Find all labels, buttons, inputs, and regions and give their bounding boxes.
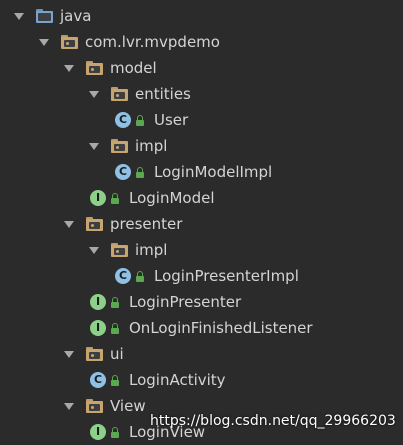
- tree-row-com.lvr.mvpdemo[interactable]: com.lvr.mvpdemo: [0, 29, 403, 55]
- package-folder-icon: [86, 399, 103, 413]
- tree-item-label: entities: [135, 85, 191, 103]
- lock-icon: [110, 323, 120, 334]
- package-folder-icon: [111, 139, 128, 153]
- tree-item-label: LoginModel: [129, 189, 215, 207]
- source-folder-icon: [36, 9, 53, 23]
- tree-item-label: java: [60, 7, 92, 25]
- package-folder-icon: [111, 87, 128, 101]
- tree-item-label: LoginModelImpl: [154, 163, 273, 181]
- package-folder-icon: [61, 35, 78, 49]
- interface-icon: I: [90, 294, 106, 310]
- tree-item-label: ui: [110, 345, 124, 363]
- tree-item-label: OnLoginFinishedListener: [129, 319, 313, 337]
- package-folder-icon: [86, 347, 103, 361]
- lock-icon: [135, 115, 145, 126]
- expand-arrow-icon[interactable]: [63, 211, 75, 237]
- lock-icon: [110, 375, 120, 386]
- tree-item-label: View: [110, 397, 146, 415]
- lock-icon: [110, 297, 120, 308]
- tree-row-ui[interactable]: ui: [0, 341, 403, 367]
- lock-icon: [110, 193, 120, 204]
- expand-arrow-icon[interactable]: [88, 81, 100, 107]
- watermark: https://blog.csdn.net/qq_29966203: [150, 413, 396, 429]
- tree-item-label: LoginPresenterImpl: [154, 267, 299, 285]
- class-icon: C: [115, 164, 131, 180]
- expand-arrow-icon[interactable]: [88, 133, 100, 159]
- tree-row-user[interactable]: C User: [0, 107, 403, 133]
- tree-row-loginpresenterimpl[interactable]: C LoginPresenterImpl: [0, 263, 403, 289]
- lock-icon: [110, 427, 120, 438]
- expand-arrow-icon[interactable]: [38, 29, 50, 55]
- tree-item-label: LoginPresenter: [129, 293, 242, 311]
- tree-item-label: impl: [135, 137, 168, 155]
- expand-arrow-icon[interactable]: [63, 341, 75, 367]
- tree-row-onloginfinishedlistener[interactable]: I OnLoginFinishedListener: [0, 315, 403, 341]
- expand-arrow-icon[interactable]: [63, 393, 75, 419]
- class-icon: C: [115, 112, 131, 128]
- lock-icon: [135, 271, 145, 282]
- interface-icon: I: [90, 190, 106, 206]
- package-folder-icon: [111, 243, 128, 257]
- tree-row-entities[interactable]: entities: [0, 81, 403, 107]
- expand-arrow-icon[interactable]: [13, 3, 25, 29]
- class-icon: C: [90, 372, 106, 388]
- expand-arrow-icon[interactable]: [88, 237, 100, 263]
- tree-item-label: presenter: [110, 215, 183, 233]
- package-folder-icon: [86, 61, 103, 75]
- tree-item-label: impl: [135, 241, 168, 259]
- interface-icon: I: [90, 320, 106, 336]
- tree-item-label: com.lvr.mvpdemo: [85, 33, 220, 51]
- tree-row-loginmodelimpl[interactable]: C LoginModelImpl: [0, 159, 403, 185]
- tree-row-java[interactable]: java: [0, 3, 403, 29]
- tree-row-impl[interactable]: impl: [0, 133, 403, 159]
- tree-row-presenter[interactable]: presenter: [0, 211, 403, 237]
- tree-row-impl[interactable]: impl: [0, 237, 403, 263]
- tree-row-loginpresenter[interactable]: I LoginPresenter: [0, 289, 403, 315]
- tree-row-loginactivity[interactable]: C LoginActivity: [0, 367, 403, 393]
- package-folder-icon: [86, 217, 103, 231]
- lock-icon: [135, 167, 145, 178]
- class-icon: C: [115, 268, 131, 284]
- tree-item-label: model: [110, 59, 157, 77]
- tree-item-label: LoginActivity: [129, 371, 226, 389]
- project-tree: java com.lvr.mvpdemo model entities C User imp…: [0, 3, 403, 445]
- tree-row-loginmodel[interactable]: I LoginModel: [0, 185, 403, 211]
- tree-row-model[interactable]: model: [0, 55, 403, 81]
- expand-arrow-icon[interactable]: [63, 55, 75, 81]
- tree-item-label: User: [154, 111, 189, 129]
- interface-icon: I: [90, 424, 106, 440]
